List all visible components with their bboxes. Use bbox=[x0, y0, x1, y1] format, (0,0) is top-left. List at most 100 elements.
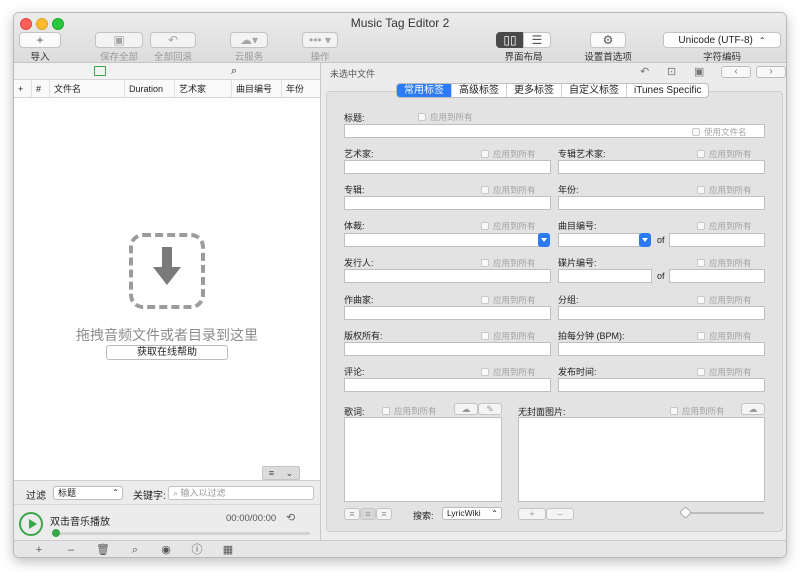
column-duration[interactable]: Duration bbox=[125, 80, 175, 97]
column-add[interactable]: + bbox=[14, 80, 32, 97]
playback-progress-track[interactable] bbox=[54, 532, 310, 535]
lyrics-source-select[interactable]: LyricWiki ⌃ bbox=[442, 507, 502, 520]
lyrics-cloud-button[interactable]: ☁ bbox=[454, 403, 478, 415]
column-year[interactable]: 年份 bbox=[282, 80, 320, 97]
save-icon[interactable]: ▣ bbox=[694, 65, 704, 78]
track-apply-all[interactable]: 应用到所有 bbox=[697, 220, 752, 232]
align-center-button[interactable]: ≡ bbox=[360, 508, 376, 520]
release-date-field[interactable] bbox=[558, 378, 765, 392]
align-right-button[interactable]: ≡ bbox=[376, 508, 392, 520]
tab-custom-tags[interactable]: 自定义标签 bbox=[562, 84, 627, 97]
layout-rows-button[interactable]: ☰ bbox=[523, 32, 551, 48]
bpm-field[interactable] bbox=[558, 342, 765, 356]
drop-zone[interactable]: 拖拽音频文件或者目录到这里 获取在线帮助 bbox=[14, 99, 320, 464]
loop-icon[interactable]: ⟲ bbox=[286, 511, 295, 524]
online-help-button[interactable]: 获取在线帮助 bbox=[106, 345, 228, 360]
column-filename[interactable]: 文件名 bbox=[50, 80, 125, 97]
column-number[interactable]: # bbox=[32, 80, 50, 97]
filter-field-select[interactable]: 标题 ⌃ bbox=[53, 486, 123, 500]
checkbox[interactable] bbox=[481, 150, 489, 158]
composer-field[interactable] bbox=[344, 306, 551, 320]
track-dropdown-button[interactable] bbox=[639, 233, 651, 247]
copyright-field[interactable] bbox=[344, 342, 551, 356]
comment-apply-all[interactable]: 应用到所有 bbox=[481, 366, 536, 378]
checkbox[interactable] bbox=[418, 113, 426, 121]
column-track[interactable]: 曲目编号 bbox=[232, 80, 282, 97]
add-file-button[interactable]: + bbox=[28, 543, 50, 557]
checkbox[interactable] bbox=[481, 186, 489, 194]
checkbox[interactable] bbox=[481, 332, 489, 340]
revert-all-button[interactable]: ↶ bbox=[150, 32, 196, 48]
tab-more-tags[interactable]: 更多标签 bbox=[507, 84, 562, 97]
preview-button[interactable]: ◉ bbox=[155, 543, 177, 557]
track-number-field[interactable] bbox=[558, 233, 640, 247]
use-filename-checkbox[interactable]: 使用文件名 bbox=[692, 126, 747, 138]
artist-apply-all[interactable]: 应用到所有 bbox=[481, 148, 536, 160]
checkbox[interactable] bbox=[697, 222, 705, 230]
undo-icon[interactable]: ↶ bbox=[640, 65, 649, 78]
cover-image-well[interactable] bbox=[518, 417, 765, 502]
keyword-search-input[interactable]: ⌕ 输入以过滤 bbox=[168, 486, 314, 500]
album-artist-apply-all[interactable]: 应用到所有 bbox=[697, 148, 752, 160]
lyrics-textarea[interactable] bbox=[344, 417, 502, 502]
checkbox[interactable] bbox=[481, 296, 489, 304]
preferences-button[interactable]: ⚙ bbox=[590, 32, 626, 48]
tab-advanced-tags[interactable]: 高级标签 bbox=[452, 84, 507, 97]
checkbox[interactable] bbox=[670, 407, 678, 415]
tag-stamp-icon[interactable]: ⊡ bbox=[667, 65, 676, 78]
comment-field[interactable] bbox=[344, 378, 551, 392]
checkbox[interactable] bbox=[697, 259, 705, 267]
genre-apply-all[interactable]: 应用到所有 bbox=[481, 220, 536, 232]
checkbox[interactable] bbox=[692, 128, 700, 136]
album-apply-all[interactable]: 应用到所有 bbox=[481, 184, 536, 196]
year-field[interactable] bbox=[558, 196, 765, 210]
copyright-apply-all[interactable]: 应用到所有 bbox=[481, 330, 536, 342]
delete-button[interactable]: 🗑 bbox=[92, 543, 114, 557]
action-menu-button[interactable]: ••• ▾ bbox=[302, 32, 338, 48]
lyrics-edit-button[interactable]: ✎ bbox=[478, 403, 502, 415]
checkbox[interactable] bbox=[481, 259, 489, 267]
disc-number-field[interactable] bbox=[558, 269, 652, 283]
save-all-button[interactable]: ▣ bbox=[95, 32, 143, 48]
title-apply-all[interactable]: 应用到所有 bbox=[418, 111, 473, 123]
column-artist[interactable]: 艺术家 bbox=[175, 80, 232, 97]
tab-itunes-specific[interactable]: iTunes Specific bbox=[627, 84, 708, 97]
grouping-apply-all[interactable]: 应用到所有 bbox=[697, 294, 752, 306]
cover-zoom-track[interactable] bbox=[684, 512, 764, 514]
import-button[interactable]: + bbox=[19, 32, 61, 48]
cover-apply-all[interactable]: 应用到所有 bbox=[670, 405, 725, 417]
checkbox[interactable] bbox=[382, 407, 390, 415]
disc-total-field[interactable] bbox=[669, 269, 765, 283]
next-file-button[interactable]: › bbox=[756, 66, 786, 78]
grid-view-button[interactable]: ▦ bbox=[217, 543, 239, 557]
composer-apply-all[interactable]: 应用到所有 bbox=[481, 294, 536, 306]
encoding-select[interactable]: Unicode (UTF-8) ⌃ bbox=[663, 32, 781, 48]
bpm-apply-all[interactable]: 应用到所有 bbox=[697, 330, 752, 342]
remove-cover-button[interactable]: – bbox=[546, 508, 574, 520]
cloud-service-button[interactable]: ☁▾ bbox=[230, 32, 268, 48]
cover-cloud-button[interactable]: ☁ bbox=[741, 403, 765, 415]
info-button[interactable]: ⓘ bbox=[186, 543, 208, 557]
lyrics-apply-all[interactable]: 应用到所有 bbox=[382, 405, 437, 417]
chevron-down-icon[interactable]: ⌄ bbox=[286, 468, 294, 479]
play-button[interactable] bbox=[19, 512, 43, 536]
align-left-button[interactable]: ≡ bbox=[344, 508, 360, 520]
search-icon[interactable]: ⌕ bbox=[231, 65, 237, 78]
year-apply-all[interactable]: 应用到所有 bbox=[697, 184, 752, 196]
checkbox[interactable] bbox=[481, 368, 489, 376]
filter-lines-icon[interactable]: ≡ bbox=[269, 468, 274, 478]
genre-field[interactable] bbox=[344, 233, 539, 247]
checkbox[interactable] bbox=[697, 296, 705, 304]
disc-apply-all[interactable]: 应用到所有 bbox=[697, 257, 752, 269]
album-artist-field[interactable] bbox=[558, 160, 765, 174]
tab-common-tags[interactable]: 常用标签 bbox=[397, 84, 452, 97]
folder-icon[interactable] bbox=[94, 66, 106, 76]
album-field[interactable] bbox=[344, 196, 551, 210]
checkbox[interactable] bbox=[697, 150, 705, 158]
track-total-field[interactable] bbox=[669, 233, 765, 247]
release-date-apply-all[interactable]: 应用到所有 bbox=[697, 366, 752, 378]
layout-columns-button[interactable]: ▯▯ bbox=[496, 32, 524, 48]
add-cover-button[interactable]: + bbox=[518, 508, 546, 520]
artist-field[interactable] bbox=[344, 160, 551, 174]
genre-dropdown-button[interactable] bbox=[538, 233, 550, 247]
